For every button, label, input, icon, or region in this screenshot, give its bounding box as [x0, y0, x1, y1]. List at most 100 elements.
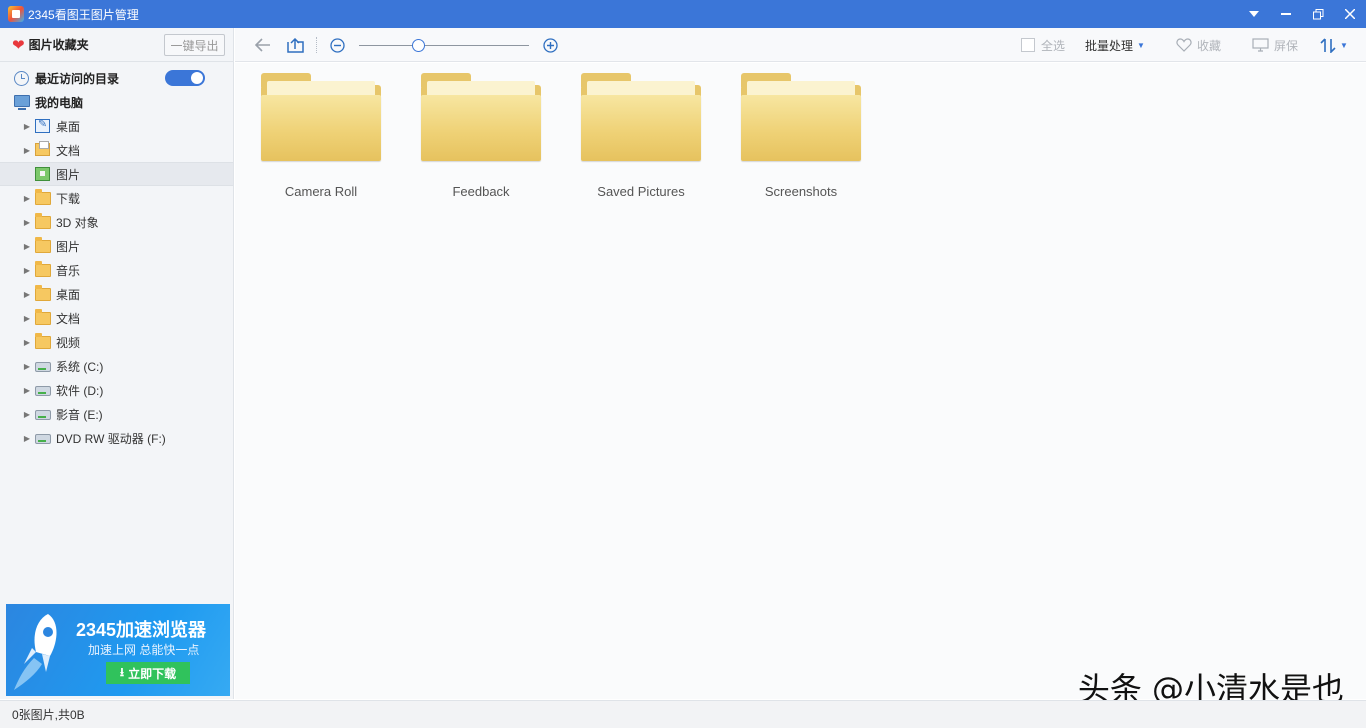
expand-arrow-icon[interactable]: ▶ — [22, 146, 32, 155]
window-title: 2345看图王图片管理 — [28, 7, 139, 22]
tree-item[interactable]: ▶ 文档 — [0, 138, 233, 162]
zoom-slider[interactable] — [359, 45, 529, 46]
download-icon: ⭳ — [119, 664, 125, 679]
tree-item-recent[interactable]: 最近访问的目录 — [0, 66, 233, 90]
minimize-button[interactable] — [1270, 0, 1302, 28]
favorites-title: 图片收藏夹 — [28, 38, 89, 52]
folder-icon — [35, 285, 51, 301]
tree-item-my-computer[interactable]: 我的电脑 — [0, 90, 233, 114]
tree-item-label: 3D 对象 — [56, 215, 99, 230]
tree-item-label: 图片 — [56, 239, 81, 254]
tree-item-label: 文档 — [56, 143, 81, 158]
expand-arrow-icon[interactable]: ▶ — [22, 362, 32, 371]
tree-item-label: 视频 — [56, 335, 81, 350]
favorite-button[interactable]: 收藏 — [1176, 36, 1221, 54]
tree-item[interactable]: ▶图片 — [0, 162, 233, 186]
select-all-checkbox[interactable]: 全选 — [1021, 36, 1065, 54]
rocket-icon — [14, 614, 57, 690]
folder-name: Saved Pictures — [597, 184, 685, 199]
expand-arrow-icon[interactable]: ▶ — [22, 266, 32, 275]
drive-icon — [35, 407, 51, 421]
tree-item[interactable]: ▶ 音乐 — [0, 258, 233, 282]
expand-arrow-icon[interactable]: ▶ — [22, 242, 32, 251]
expand-arrow-icon[interactable]: ▶ — [22, 122, 32, 131]
folder-name: Screenshots — [764, 184, 838, 199]
tree-item[interactable]: ▶ 影音 (E:) — [0, 402, 233, 426]
zoom-in-icon[interactable] — [543, 36, 558, 54]
folder-tree: 最近访问的目录 我的电脑 ▶桌面▶文档▶图片▶下载▶3D 对象▶图片▶音乐▶桌面… — [0, 62, 233, 450]
folder-tile[interactable]: Screenshots — [739, 73, 863, 199]
tree-item[interactable]: ▶ 桌面 — [0, 282, 233, 306]
heart-icon: ❤ — [12, 36, 25, 54]
batch-process-dropdown[interactable]: 批量处理 ▼ — [1085, 36, 1145, 54]
tree-item-label: 桌面 — [56, 119, 81, 134]
folder-icon — [35, 189, 51, 205]
folder-icon — [35, 309, 51, 325]
sort-button[interactable]: ▼ — [1320, 36, 1348, 54]
batch-process-label: 批量处理 — [1085, 38, 1134, 53]
zoom-slider-handle[interactable] — [411, 39, 425, 52]
tree-item[interactable]: ▶ 图片 — [0, 234, 233, 258]
tree-item-label: 软件 (D:) — [56, 383, 104, 398]
ad-download-label: 立即下载 — [128, 666, 177, 681]
restore-button[interactable] — [1302, 0, 1334, 28]
checkbox-icon — [1021, 38, 1035, 52]
folder-grid: Camera Roll Feedback Saved Pictures Screens… — [235, 63, 1366, 699]
ad-title: 2345加速浏览器 — [76, 620, 207, 640]
tree-item[interactable]: ▶ 桌面 — [0, 114, 233, 138]
folder-icon — [261, 73, 381, 161]
sidebar: ❤ 图片收藏夹 一键导出 最近访问的目录 我的电脑 ▶桌面▶文档▶图片▶下载▶3… — [0, 28, 234, 699]
ad-download-button[interactable]: ⭳ 立即下载 — [106, 662, 190, 684]
expand-arrow-icon[interactable]: ▶ — [22, 410, 32, 419]
folder-icon — [581, 73, 701, 161]
documents-icon — [35, 141, 51, 157]
expand-arrow-icon[interactable]: ▶ — [22, 218, 32, 227]
folder-tile[interactable]: Camera Roll — [259, 73, 383, 199]
screensaver-button[interactable]: 屏保 — [1252, 36, 1298, 54]
expand-arrow-icon[interactable]: ▶ — [22, 434, 32, 443]
browser-ad-banner[interactable]: 2345加速浏览器 加速上网 总能快一点 ⭳ 立即下载 — [6, 604, 230, 696]
tree-item[interactable]: ▶ 软件 (D:) — [0, 378, 233, 402]
expand-arrow-icon[interactable]: ▶ — [22, 338, 32, 347]
drive-icon — [35, 383, 51, 397]
up-folder-icon[interactable] — [287, 36, 304, 54]
tree-item-label: 音乐 — [56, 263, 81, 278]
chevron-down-icon: ▼ — [1340, 40, 1348, 50]
expand-arrow-icon[interactable]: ▶ — [22, 194, 32, 203]
expand-arrow-icon[interactable]: ▶ — [22, 314, 32, 323]
folder-tile[interactable]: Saved Pictures — [579, 73, 703, 199]
tree-item[interactable]: ▶ 系统 (C:) — [0, 354, 233, 378]
tree-item[interactable]: ▶ 文档 — [0, 306, 233, 330]
close-button[interactable] — [1334, 0, 1366, 28]
recent-toggle[interactable] — [165, 70, 205, 86]
folder-icon — [35, 213, 51, 229]
app-logo-icon — [8, 6, 24, 22]
folder-icon — [421, 73, 541, 161]
desktop-icon — [35, 117, 51, 133]
expand-arrow-icon[interactable]: ▶ — [22, 386, 32, 395]
folder-tile[interactable]: Feedback — [419, 73, 543, 199]
expand-arrow-icon[interactable]: ▶ — [22, 290, 32, 299]
status-bar: 0张图片,共0B — [0, 700, 1366, 728]
back-arrow-icon[interactable] — [255, 36, 271, 54]
clock-icon — [14, 71, 30, 86]
favorites-header: ❤ 图片收藏夹 一键导出 — [0, 28, 233, 62]
tree-item[interactable]: ▶ 3D 对象 — [0, 210, 233, 234]
screensaver-label: 屏保 — [1274, 38, 1299, 53]
tree-item-label: 影音 (E:) — [56, 407, 103, 422]
drive-icon — [35, 359, 51, 373]
tree-item-label: DVD RW 驱动器 (F:) — [56, 431, 166, 446]
tree-item[interactable]: ▶ 下载 — [0, 186, 233, 210]
toolbar-divider — [316, 37, 317, 53]
menu-dropdown-icon[interactable] — [1238, 0, 1270, 28]
drive-icon — [35, 431, 51, 445]
sort-icon — [1320, 37, 1336, 53]
tree-item[interactable]: ▶ DVD RW 驱动器 (F:) — [0, 426, 233, 450]
folder-icon — [35, 261, 51, 277]
tree-item-label: 下载 — [56, 191, 81, 206]
favorite-label: 收藏 — [1197, 38, 1222, 53]
export-all-button[interactable]: 一键导出 — [164, 34, 225, 56]
zoom-out-icon[interactable] — [330, 36, 345, 54]
tree-item[interactable]: ▶ 视频 — [0, 330, 233, 354]
folder-icon — [35, 333, 51, 349]
